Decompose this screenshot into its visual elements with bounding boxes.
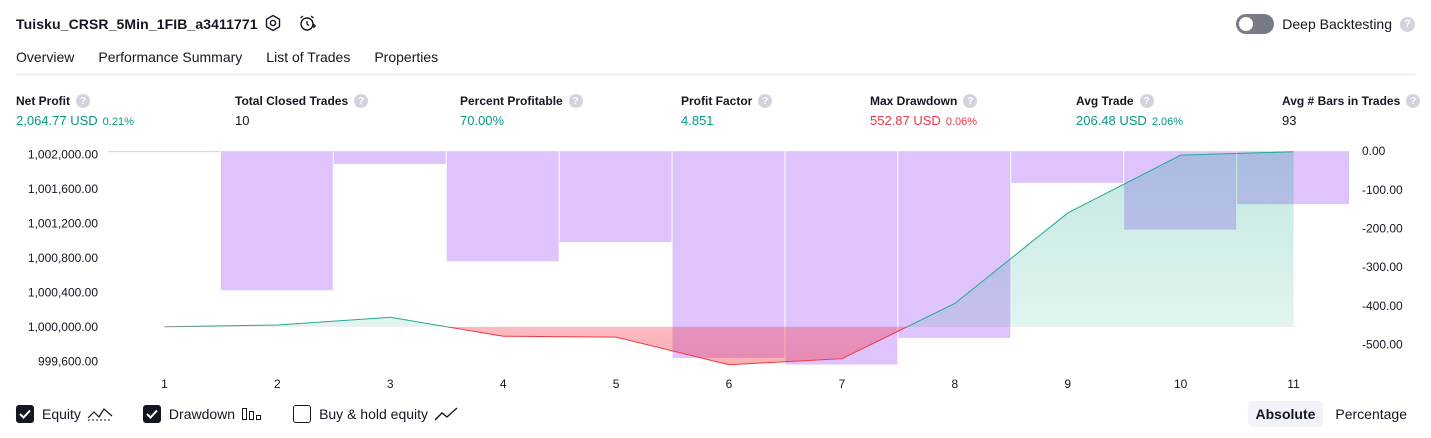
x-tick-label: 8	[951, 377, 958, 391]
info-icon[interactable]: ?	[758, 94, 773, 108]
percentage-button[interactable]: Percentage	[1327, 401, 1415, 427]
buy-hold-checkbox[interactable]	[293, 405, 312, 423]
help-icon[interactable]: ?	[1400, 16, 1415, 32]
right-tick-label: 0.00	[1362, 144, 1386, 158]
right-tick-label: -100.00	[1362, 183, 1403, 197]
tab-performance-summary[interactable]: Performance Summary	[98, 46, 242, 74]
equity-checkbox[interactable]	[16, 405, 34, 423]
x-tick-label: 11	[1287, 377, 1300, 391]
x-tick-label: 1	[161, 377, 168, 391]
right-tick-label: -400.00	[1362, 299, 1403, 313]
drawdown-bars-icon	[242, 408, 262, 420]
tab-overview[interactable]: Overview	[16, 46, 75, 76]
metric-max-drawdown: Max Drawdown? 552.87 USD 0.06%	[870, 93, 978, 129]
metric-label: Profit Factor	[681, 94, 753, 108]
legend-buy-hold[interactable]: Buy & hold equity	[293, 405, 458, 423]
metric-avg-trade: Avg Trade? 206.48 USD 2.06%	[1076, 93, 1183, 129]
metric-percent: 2.06%	[1151, 116, 1184, 128]
strategy-title: Tuisku_CRSR_5Min_1FIB_a3411771	[16, 16, 258, 32]
metric-value: 552.87 USD	[870, 113, 941, 128]
left-tick-label: 1,000,000.00	[28, 320, 98, 334]
drawdown-checkbox[interactable]	[142, 405, 161, 423]
buy-hold-line-icon	[434, 407, 458, 421]
equity-drawdown-chart[interactable]: 1,002,000.00 1,001,600.00 1,001,200.00 1,00…	[0, 138, 1431, 398]
right-tick-label: -300.00	[1362, 260, 1403, 274]
x-tick-label: 5	[613, 377, 620, 391]
metric-value: 93	[1282, 113, 1297, 128]
right-tick-label: -200.00	[1362, 221, 1403, 235]
left-tick-label: 1,000,800.00	[28, 251, 98, 265]
x-axis: 1 2 3 4 5 6 7 8 9 10 11	[161, 377, 1300, 391]
metric-value: 70.00%	[460, 113, 505, 128]
drawdown-bar	[559, 151, 672, 243]
metric-value: 206.48 USD	[1076, 113, 1147, 128]
metric-profit-factor: Profit Factor? 4.851	[681, 93, 773, 129]
x-tick-label: 4	[500, 377, 507, 391]
legend-label: Buy & hold equity	[319, 406, 429, 422]
info-icon[interactable]: ?	[1139, 94, 1154, 108]
metric-value: 4.851	[681, 113, 714, 128]
x-tick-label: 9	[1064, 377, 1071, 391]
metric-total-closed-trades: Total Closed Trades? 10	[235, 93, 369, 129]
x-tick-label: 6	[726, 377, 733, 391]
drawdown-bar	[1011, 151, 1124, 183]
deep-backtesting-control: Deep Backtesting ?	[1236, 13, 1415, 35]
right-axis: 0.00 -100.00 -200.00 -300.00 -400.00 -500.00	[1362, 144, 1403, 351]
x-tick-label: 7	[839, 377, 846, 391]
info-icon[interactable]: ?	[354, 94, 369, 108]
drawdown-bar	[220, 151, 333, 291]
metric-net-profit: Net Profit? 2,064.77 USD 0.21%	[16, 93, 134, 129]
absolute-button[interactable]: Absolute	[1247, 401, 1324, 427]
equity-line-icon	[87, 408, 113, 421]
left-tick-label: 999,600.00	[38, 354, 98, 368]
metric-value: 2,064.77 USD	[16, 113, 98, 128]
tab-divider	[16, 73, 1415, 76]
metric-label: Percent Profitable	[460, 94, 563, 108]
legend-label: Drawdown	[168, 406, 236, 422]
left-tick-label: 1,001,600.00	[28, 182, 98, 196]
x-tick-label: 10	[1174, 377, 1188, 391]
metric-label: Max Drawdown	[870, 94, 958, 108]
metric-label: Avg # Bars in Trades	[1282, 94, 1401, 108]
metric-percent-profitable: Percent Profitable? 70.00%	[460, 93, 583, 129]
x-tick-label: 2	[274, 377, 281, 391]
chart-legend: Equity Drawdown Buy & hold equity	[16, 403, 488, 425]
legend-drawdown[interactable]: Drawdown	[142, 405, 263, 423]
metric-label: Avg Trade	[1076, 94, 1134, 108]
deep-backtesting-label: Deep Backtesting	[1282, 16, 1392, 32]
info-icon[interactable]: ?	[76, 94, 90, 108]
header-bar: Tuisku_CRSR_5Min_1FIB_a3411771 Deep Back…	[0, 0, 1431, 46]
info-icon[interactable]: ?	[963, 94, 978, 108]
metric-label: Total Closed Trades	[235, 94, 349, 108]
left-tick-label: 1,002,000.00	[28, 147, 98, 161]
metric-label: Net Profit	[16, 94, 70, 108]
tab-bar: Overview Performance Summary List of Tra…	[16, 46, 438, 76]
settings-gear-icon[interactable]	[262, 12, 284, 34]
tab-properties[interactable]: Properties	[374, 46, 438, 74]
drawdown-bar	[333, 151, 446, 164]
legend-equity[interactable]: Equity	[16, 405, 113, 423]
metric-value: 10	[235, 113, 250, 128]
left-axis: 1,002,000.00 1,001,600.00 1,001,200.00 1,00…	[28, 147, 98, 368]
left-tick-label: 1,000,400.00	[28, 285, 98, 299]
toggle-knob	[1239, 17, 1254, 31]
info-icon[interactable]: ?	[1406, 94, 1421, 108]
add-alert-clock-icon[interactable]	[296, 12, 318, 34]
metric-percent: 0.06%	[945, 116, 978, 128]
tab-list-of-trades[interactable]: List of Trades	[266, 46, 350, 74]
legend-label: Equity	[42, 406, 81, 422]
deep-backtesting-toggle[interactable]	[1236, 14, 1275, 34]
x-tick-label: 3	[387, 377, 394, 391]
drawdown-bar	[108, 151, 220, 153]
metric-percent: 0.21%	[102, 116, 134, 128]
drawdown-bar	[446, 151, 559, 262]
info-icon[interactable]: ?	[568, 94, 583, 108]
left-tick-label: 1,001,200.00	[28, 216, 98, 230]
right-tick-label: -500.00	[1362, 337, 1403, 351]
scale-mode-switch: Absolute Percentage	[1247, 401, 1416, 427]
metric-avg-bars-in-trades: Avg # Bars in Trades? 93	[1282, 93, 1421, 129]
